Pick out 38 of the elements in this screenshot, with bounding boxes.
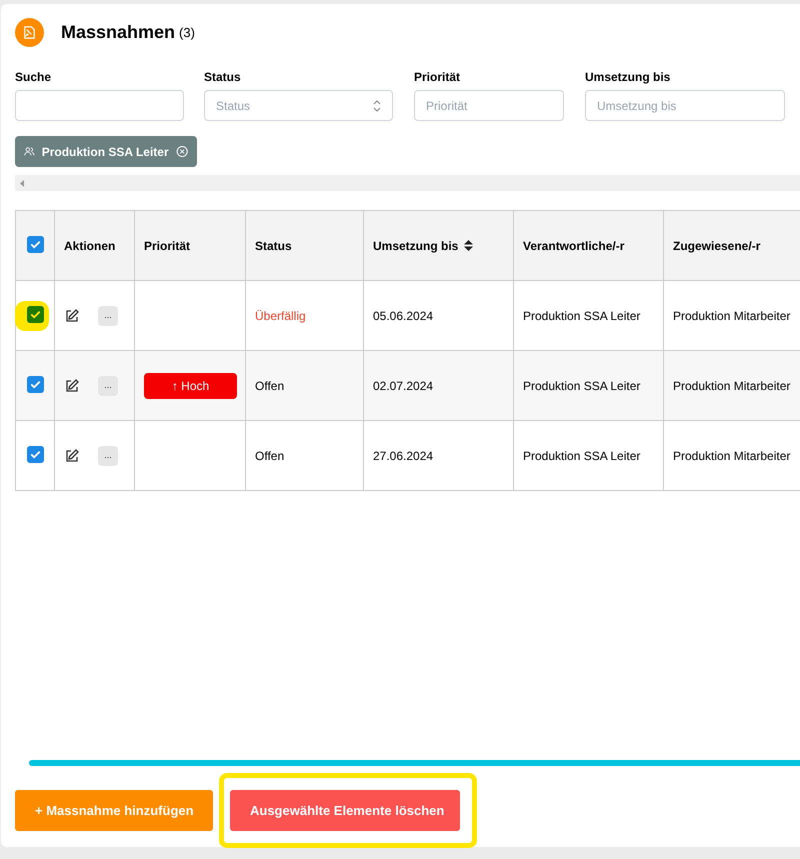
header-label: Umsetzung bis [373,238,458,254]
more-button[interactable]: ... [98,446,118,466]
chip-label: Produktion SSA Leiter [42,144,169,160]
table-cell: Offen [246,420,364,490]
horizontal-scrollbar[interactable] [29,760,800,766]
chevron-up-down-icon [373,100,381,112]
checkbox[interactable] [26,306,44,323]
users-icon [24,145,35,158]
checkbox[interactable] [26,376,44,393]
scroll-left-icon[interactable] [20,180,25,186]
page-title: Massnahmen [61,21,176,44]
more-button[interactable]: ... [98,306,118,326]
input-field[interactable]: Priorität [414,90,564,121]
edit-icon[interactable] [64,308,80,324]
edit-icon[interactable] [64,378,80,394]
filter-label: Priorität [414,69,462,86]
filter-label: Suche [15,69,52,86]
document-edit-icon [15,18,44,47]
checkmark-icon [30,379,40,390]
filter-chip[interactable]: Produktion SSA Leiter [15,136,197,167]
priority-badge: ↑ Hoch [144,372,237,398]
checkbox[interactable] [26,446,44,463]
edit-icon[interactable] [64,448,80,464]
checkmark-icon [30,449,40,460]
sort-icon[interactable] [464,240,474,251]
filter-label: Status [204,69,242,86]
table-cell: Produktion SSA Leiter [514,420,664,490]
input-field[interactable]: Umsetzung bis [585,90,785,121]
checkmark-icon [30,309,40,320]
horizontal-scrollbar[interactable] [15,175,800,191]
checkmark-icon [30,239,40,250]
checkbox[interactable] [26,236,44,253]
more-button[interactable]: ... [98,376,118,396]
item-count: (3) [179,24,195,42]
filter-label: Umsetzung bis [585,69,672,86]
close-circle-icon[interactable] [176,144,188,159]
input-field[interactable] [15,90,184,121]
table-cell: 27.06.2024 [364,420,514,490]
